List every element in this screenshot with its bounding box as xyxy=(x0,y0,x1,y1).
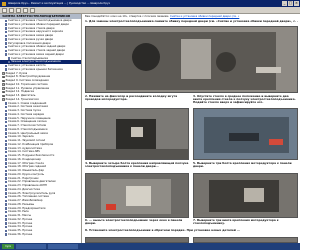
document-icon xyxy=(5,49,7,53)
document-icon xyxy=(5,192,7,195)
document-icon xyxy=(5,147,7,150)
minimize-button[interactable]: _ xyxy=(282,1,287,6)
expand-icon[interactable]: + xyxy=(2,72,5,75)
document-icon xyxy=(5,222,7,225)
document-icon xyxy=(5,64,7,68)
document-icon xyxy=(5,139,7,143)
document-icon xyxy=(5,162,7,165)
step-5-caption: 5. Выверните три болта крепления моторед… xyxy=(193,162,292,169)
toolbar xyxy=(0,7,300,14)
document-icon xyxy=(5,229,7,233)
tree-list: Снятие и установка стеклоподъемника двер… xyxy=(0,19,81,237)
options-icon[interactable] xyxy=(30,7,35,13)
window-title: Шевроле Круз... Ремонт и эксплуатация ..… xyxy=(8,2,110,5)
intro-text: Вам понадобятся: ключ на 10», отвертка с… xyxy=(85,15,170,18)
document-icon xyxy=(5,173,7,176)
document-icon xyxy=(5,23,7,26)
sidebar-tree: ЗАМЕНА ЭЛЕКТРОСТЕКЛОПОДЪЕМНИКОВ Снятие и… xyxy=(0,14,82,243)
document-icon xyxy=(5,169,7,173)
expand-icon[interactable]: + xyxy=(2,87,5,90)
document-icon xyxy=(5,113,7,116)
close-button[interactable]: × xyxy=(294,1,299,6)
document-icon xyxy=(5,135,7,139)
step-8-caption: 8. Установите электростеклоподъемник в о… xyxy=(85,229,240,232)
photo-motor-bolts xyxy=(193,173,298,218)
document-icon xyxy=(5,150,7,154)
document-icon xyxy=(5,102,7,105)
expand-icon[interactable]: + xyxy=(2,94,5,98)
document-icon xyxy=(5,117,7,120)
document-icon xyxy=(5,188,7,191)
taskbar-item[interactable] xyxy=(48,244,79,249)
tree-item-label: Схема 36. Прочее xyxy=(8,232,33,236)
document-icon xyxy=(5,199,7,203)
document-icon xyxy=(5,165,7,169)
document-icon xyxy=(5,225,7,229)
maximize-button[interactable]: □ xyxy=(288,1,293,6)
forward-icon[interactable] xyxy=(9,7,14,13)
document-icon xyxy=(5,30,7,34)
content-pane: Вам понадобятся: ключ на 10», отвертка с… xyxy=(83,14,300,243)
expand-icon[interactable]: + xyxy=(2,79,5,83)
document-icon xyxy=(5,27,7,30)
intro-line: Вам понадобятся: ключ на 10», отвертка с… xyxy=(83,14,300,19)
document-icon xyxy=(5,143,7,146)
document-icon xyxy=(5,180,7,184)
expand-icon[interactable]: + xyxy=(2,83,5,86)
window-controls: _ □ × xyxy=(282,1,300,6)
start-button[interactable]: пуск xyxy=(2,244,15,249)
document-icon xyxy=(5,120,7,124)
tree-doc-item[interactable]: Схема 36. Прочее xyxy=(0,233,81,237)
document-icon xyxy=(8,57,10,60)
document-icon xyxy=(5,109,7,113)
document-icon xyxy=(5,184,7,188)
step-2-caption: 2. Нажмите на фиксатор и рассоедините ко… xyxy=(85,95,178,102)
document-icon xyxy=(5,45,7,49)
document-icon xyxy=(5,128,7,131)
document-icon xyxy=(5,177,7,180)
home-icon[interactable] xyxy=(16,7,21,13)
expand-icon[interactable]: + xyxy=(2,98,5,101)
document-icon xyxy=(5,233,7,236)
document-icon xyxy=(5,158,7,161)
document-icon xyxy=(5,214,7,218)
app-icon xyxy=(2,1,6,6)
step-7-caption: 7. Выверните три винта крепления моторед… xyxy=(193,219,279,226)
document-icon xyxy=(5,210,7,214)
step-6-caption: 6. ... выньте электростеклоподъемник чер… xyxy=(85,219,183,226)
document-icon xyxy=(5,154,7,158)
taskbar-item[interactable] xyxy=(16,244,47,249)
document-icon xyxy=(5,38,7,41)
window-titlebar[interactable]: Шевроле Круз... Ремонт и эксплуатация ..… xyxy=(0,0,300,7)
print-icon[interactable] xyxy=(23,7,28,13)
photo-glass-screws xyxy=(193,108,298,160)
step-3-caption: 3. Опустите стекло в среднее положение и… xyxy=(193,95,296,105)
expand-icon[interactable]: + xyxy=(2,75,5,79)
step-1-caption: 1. Для замены электростеклоподъемника сн… xyxy=(85,20,298,23)
step-4-caption: 4. Выверните четыре болта крепления напр… xyxy=(85,162,189,169)
document-icon xyxy=(5,19,7,23)
photo-rail-bolts xyxy=(85,173,189,218)
document-icon xyxy=(5,218,7,221)
taskbar: пуск xyxy=(0,243,300,250)
intro-link[interactable]: Снятие и установка обивки передней двери… xyxy=(170,15,239,18)
back-icon[interactable] xyxy=(2,7,7,13)
expand-icon[interactable]: + xyxy=(2,90,5,94)
document-icon xyxy=(5,34,7,38)
document-icon xyxy=(5,195,7,199)
document-icon xyxy=(5,124,7,128)
photo-door-panel xyxy=(85,26,298,93)
document-icon xyxy=(5,53,7,56)
document-icon xyxy=(5,207,7,210)
document-icon xyxy=(5,42,7,45)
document-icon xyxy=(5,203,7,206)
document-icon xyxy=(5,105,7,109)
photo-connector xyxy=(85,108,189,160)
document-icon xyxy=(5,132,7,135)
